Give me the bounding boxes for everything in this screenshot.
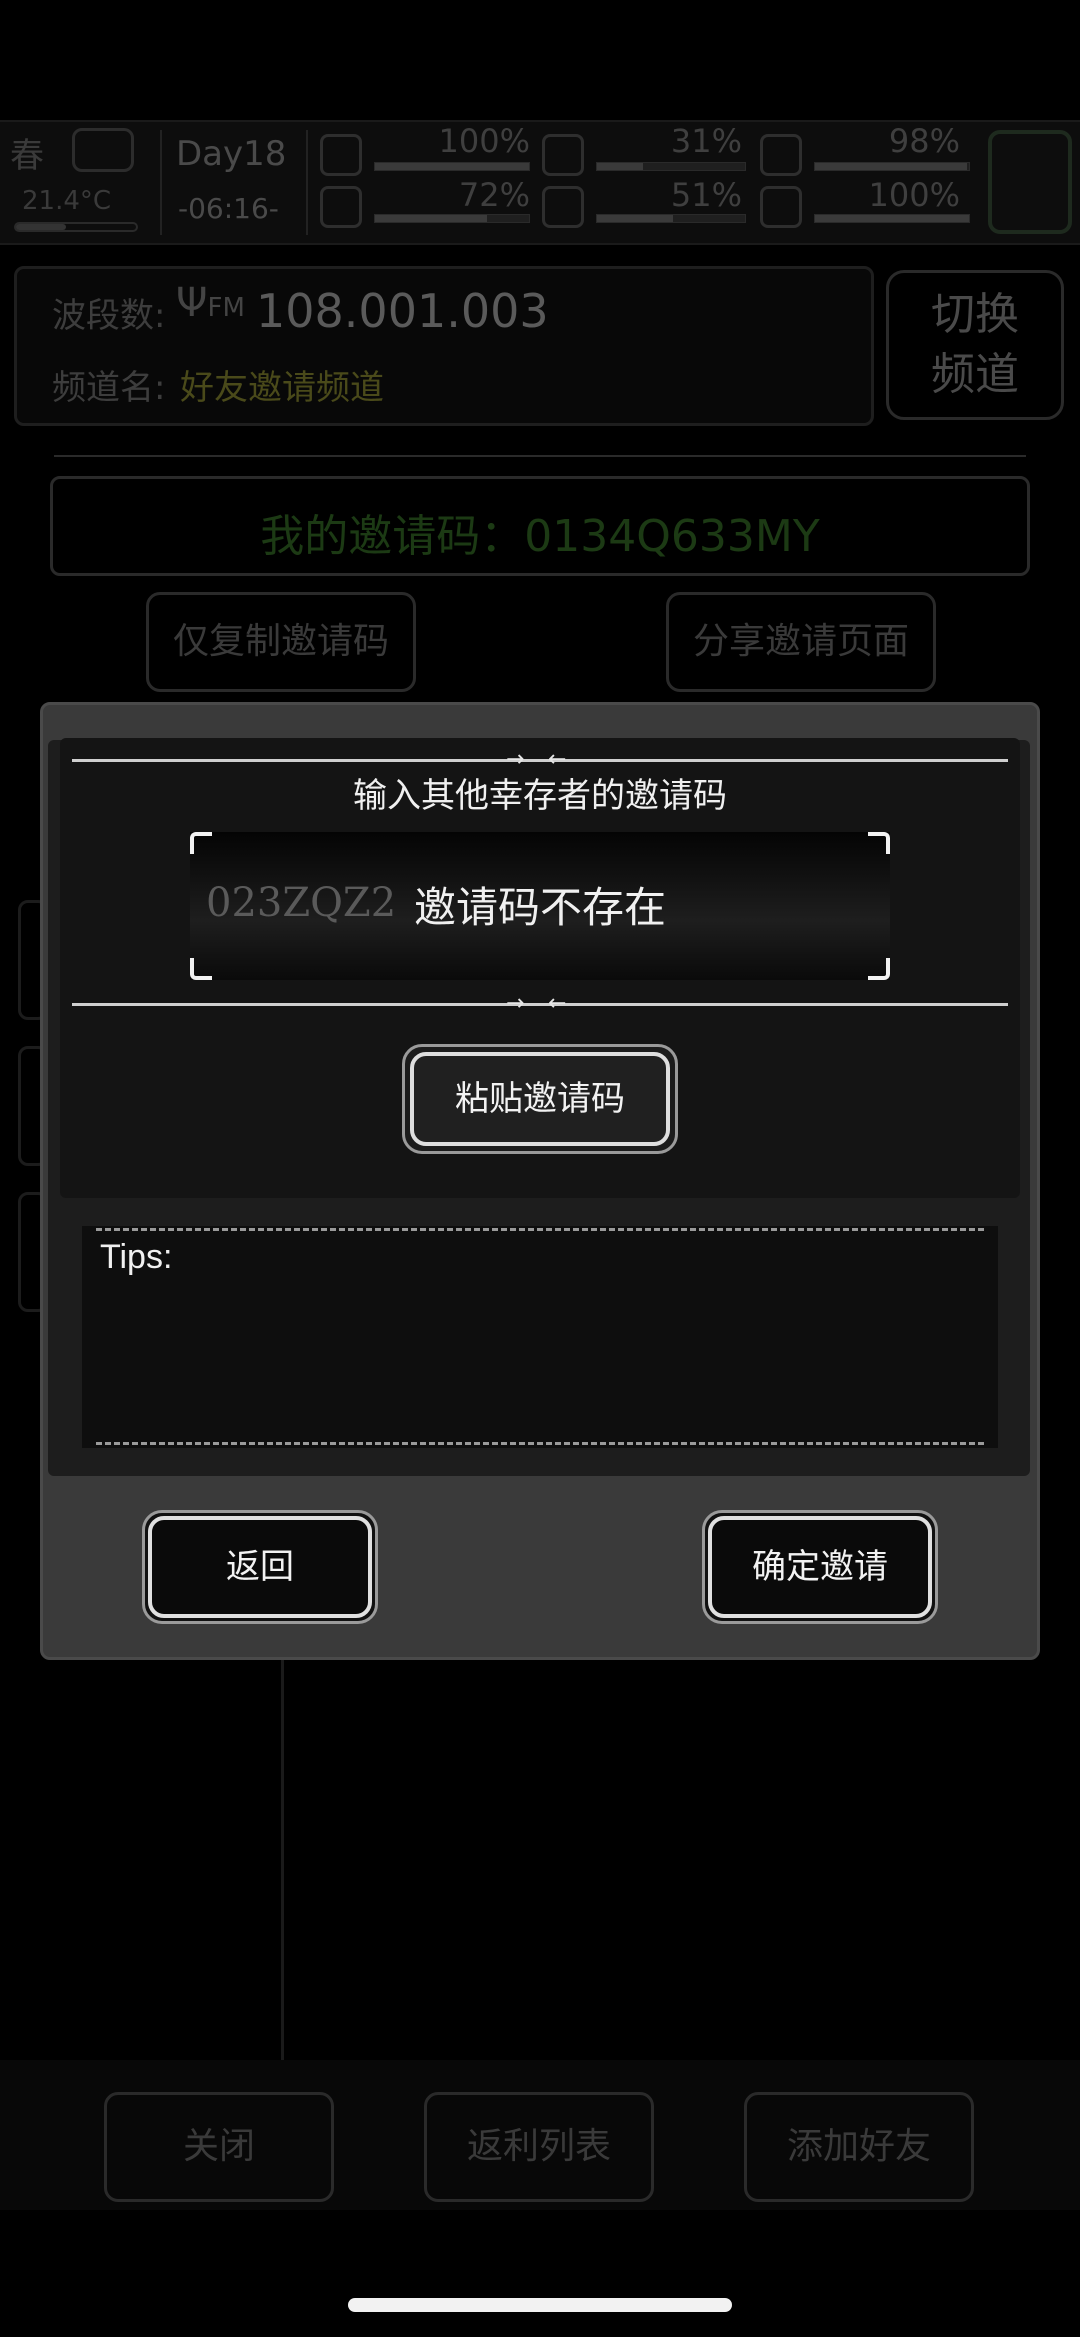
mood-percent: 100%: [868, 176, 960, 214]
temperature-bar-fill: [16, 224, 66, 230]
band-label: 波段数:: [52, 296, 166, 336]
hunger-bar-fill: [597, 163, 643, 170]
divider: [306, 130, 308, 235]
my-code-value: 0134Q633MY: [524, 511, 820, 562]
rebate-list-button[interactable]: 返利列表: [424, 2092, 654, 2202]
temperature-label: 21.4°C: [22, 186, 112, 216]
frequency-value: 108.001.003: [256, 284, 549, 338]
stomach-icon: [542, 134, 584, 176]
thirst-percent: 51%: [670, 176, 742, 214]
ornament-arrow-icon: →: [506, 991, 525, 1016]
ornament-divider-bottom: [72, 1003, 1008, 1006]
season-label: 春: [10, 136, 44, 176]
add-friend-button[interactable]: 添加好友: [744, 2092, 974, 2202]
tips-divider: [96, 1228, 984, 1231]
medicine-bar-fill: [815, 163, 967, 170]
game-clock: -06:16-: [178, 192, 279, 225]
heart-icon: [760, 186, 802, 228]
close-button[interactable]: 关闭: [104, 2092, 334, 2202]
stamina-bar-fill: [375, 215, 487, 222]
menu-button[interactable]: [988, 130, 1072, 234]
day-counter: Day18: [176, 134, 287, 174]
bracket-corner: [190, 958, 212, 980]
pill-icon: [760, 134, 802, 176]
dialog-prompt: 输入其他幸存者的邀请码: [353, 776, 727, 816]
weather-icon: [72, 128, 134, 172]
ornament-divider-top: [72, 759, 1008, 762]
channel-name: 好友邀请频道: [180, 368, 384, 408]
health-bar-fill: [375, 163, 529, 170]
tips-divider: [96, 1442, 984, 1445]
fm-label: FM: [207, 293, 245, 323]
health-percent: 100%: [438, 122, 530, 160]
copy-code-button[interactable]: 仅复制邀请码: [146, 592, 416, 692]
water-drop-icon: [542, 186, 584, 228]
my-code-label: 我的邀请码：: [260, 511, 525, 562]
ornament-arrow-icon: ←: [548, 991, 567, 1016]
error-message: 邀请码不存在: [413, 883, 666, 932]
tips-box: [82, 1226, 998, 1448]
mood-bar-fill: [815, 215, 969, 222]
channel-label: 频道名:: [52, 368, 166, 408]
stamina-percent: 72%: [458, 176, 530, 214]
medicine-percent: 98%: [888, 122, 960, 160]
boot-icon: [320, 186, 362, 228]
switch-channel-button[interactable]: 切换 频道: [886, 270, 1064, 420]
paste-code-button[interactable]: 粘贴邀请码: [410, 1052, 670, 1146]
thirst-bar-fill: [597, 215, 673, 222]
medkit-icon: [320, 134, 362, 176]
home-indicator[interactable]: [348, 2298, 732, 2312]
bracket-corner: [190, 832, 212, 854]
tips-label: Tips:: [100, 1238, 173, 1276]
confirm-invite-button[interactable]: 确定邀请: [708, 1516, 932, 1618]
divider: [160, 130, 162, 235]
bracket-corner: [868, 832, 890, 854]
share-page-button[interactable]: 分享邀请页面: [666, 592, 936, 692]
bracket-corner: [868, 958, 890, 980]
ornament-divider: [54, 455, 1026, 457]
hunger-percent: 31%: [670, 122, 742, 160]
antenna-icon: ΨFM: [176, 280, 245, 326]
my-invite-code: 我的邀请码：0134Q633MY: [50, 500, 1030, 564]
back-button[interactable]: 返回: [148, 1516, 372, 1618]
